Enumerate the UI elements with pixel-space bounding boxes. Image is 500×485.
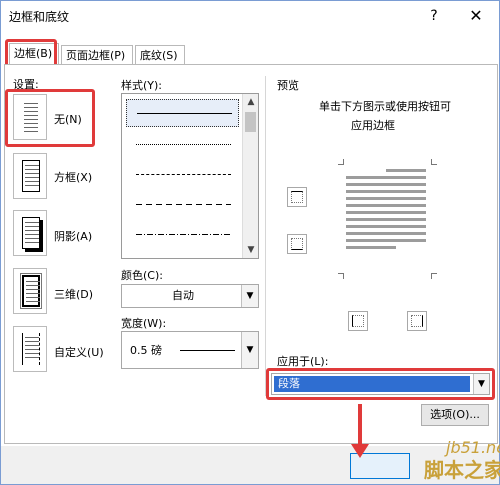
red-arrow xyxy=(358,404,362,449)
corner-mark xyxy=(431,159,437,165)
preview-header: 预览 xyxy=(277,79,299,92)
width-label: 宽度(W): xyxy=(121,317,167,330)
page-lines-icon xyxy=(22,101,40,133)
close-button[interactable]: ✕ xyxy=(465,5,487,27)
scroll-down-icon[interactable]: ▼ xyxy=(243,242,259,258)
watermark-name: 脚本之家 xyxy=(424,458,500,482)
settings-header: 设置: xyxy=(13,78,39,91)
setting-custom-label[interactable]: 自定义(U) xyxy=(54,344,104,360)
scroll-thumb[interactable] xyxy=(245,112,256,132)
right-border-button[interactable] xyxy=(407,311,427,331)
setting-3d-label[interactable]: 三维(D) xyxy=(54,286,93,302)
chevron-down-icon: ▼ xyxy=(241,285,258,307)
3d-page-icon xyxy=(20,273,42,309)
setting-shadow-icon[interactable] xyxy=(13,210,47,256)
corner-mark xyxy=(338,159,344,165)
red-arrow-head xyxy=(351,444,369,458)
setting-none-icon[interactable] xyxy=(13,94,47,140)
chevron-down-icon: ▼ xyxy=(241,332,258,368)
color-label: 颜色(C): xyxy=(121,269,163,282)
style-dotted[interactable] xyxy=(126,131,239,159)
apply-to-value: 段落 xyxy=(274,376,470,392)
style-header: 样式(Y): xyxy=(121,79,163,92)
style-dashed[interactable] xyxy=(126,191,239,219)
setting-shadow-label[interactable]: 阴影(A) xyxy=(54,228,92,244)
preview-instruction-2: 应用边框 xyxy=(351,119,395,132)
corner-mark xyxy=(338,273,344,279)
setting-box-icon[interactable] xyxy=(13,153,47,199)
tab-borders[interactable]: 边框(B) xyxy=(9,43,59,65)
top-border-button[interactable] xyxy=(287,187,307,207)
separator xyxy=(265,76,266,396)
setting-custom-icon[interactable] xyxy=(13,326,47,372)
shadow-page-icon xyxy=(22,217,40,249)
top-border-icon xyxy=(291,191,303,203)
options-button[interactable]: 选项(O)... xyxy=(421,404,489,426)
preview-instruction-1: 单击下方图示或使用按钮可 xyxy=(319,100,451,113)
setting-box-label[interactable]: 方框(X) xyxy=(54,169,92,185)
style-scrollbar[interactable]: ▲ ▼ xyxy=(242,94,258,258)
right-border-icon xyxy=(411,315,423,327)
custom-page-icon xyxy=(22,333,40,365)
bottom-border-icon xyxy=(291,238,303,250)
color-value: 自动 xyxy=(172,289,194,302)
apply-to-label: 应用于(L): xyxy=(277,355,329,368)
style-list[interactable]: ▲ ▼ xyxy=(121,93,259,259)
tab-page-border[interactable]: 页面边框(P) xyxy=(61,45,133,65)
preview-document[interactable] xyxy=(346,169,426,253)
left-border-button[interactable] xyxy=(348,311,368,331)
style-dashed-short[interactable] xyxy=(126,161,239,189)
color-dropdown[interactable]: 自动 ▼ xyxy=(121,284,259,308)
width-dropdown[interactable]: 0.5 磅 ▼ xyxy=(121,331,259,369)
left-border-icon xyxy=(352,315,364,327)
corner-mark xyxy=(431,273,437,279)
width-value: 0.5 磅 xyxy=(130,344,162,357)
setting-none-label[interactable]: 无(N) xyxy=(54,111,82,127)
chevron-down-icon: ▼ xyxy=(473,374,489,394)
apply-to-dropdown[interactable]: 段落 ▼ xyxy=(271,373,490,395)
help-button[interactable]: ? xyxy=(423,5,445,27)
dialog-title: 边框和底纹 xyxy=(9,10,70,24)
width-line-sample xyxy=(180,350,235,351)
boxed-page-icon xyxy=(22,160,40,192)
style-dash-dot[interactable] xyxy=(126,221,239,249)
borders-shading-dialog: 边框和底纹 ? ✕ 边框(B) 页面边框(P) 底纹(S) 设置: 无(N) 方… xyxy=(0,0,500,485)
setting-3d-icon[interactable] xyxy=(13,268,47,314)
scroll-up-icon[interactable]: ▲ xyxy=(243,94,259,110)
tab-shading[interactable]: 底纹(S) xyxy=(135,45,185,65)
style-solid[interactable] xyxy=(126,99,239,127)
title-bar: 边框和底纹 ? ✕ xyxy=(1,1,499,31)
inside-border-button[interactable] xyxy=(287,234,307,254)
